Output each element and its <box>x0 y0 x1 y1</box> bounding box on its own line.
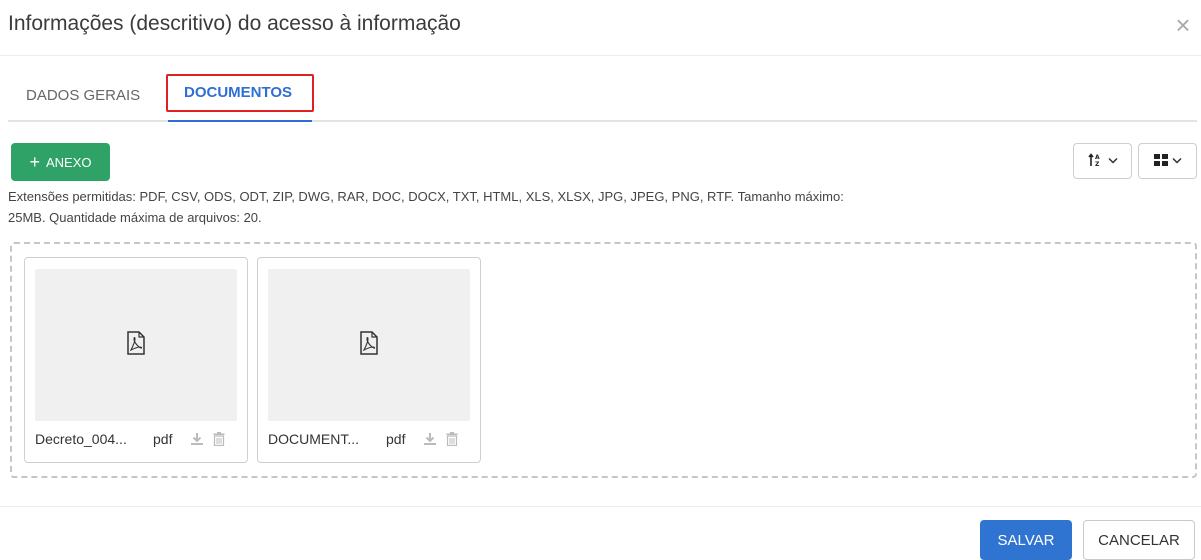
sort-alpha-icon: A Z <box>1087 152 1104 170</box>
grid-view-icon <box>1153 153 1168 169</box>
file-thumbnail <box>35 269 237 421</box>
tab-label: DOCUMENTOS <box>184 84 293 101</box>
trash-icon[interactable] <box>211 430 227 448</box>
tab-label: DADOS GERAIS <box>26 87 141 104</box>
pdf-file-icon <box>126 330 146 360</box>
svg-text:A: A <box>1095 154 1100 161</box>
cancel-button[interactable]: CANCELAR <box>1083 520 1195 560</box>
modal-title: Informações (descritivo) do acesso à inf… <box>8 12 461 35</box>
save-button[interactable]: SALVAR <box>980 520 1072 560</box>
plus-icon: + <box>29 152 40 172</box>
file-name: DOCUMENT... <box>268 431 359 447</box>
add-attachment-button[interactable]: + ANEXO <box>11 143 110 181</box>
sort-button[interactable]: A Z <box>1073 143 1132 179</box>
file-thumbnail <box>268 269 470 421</box>
close-icon[interactable]: × <box>1171 12 1195 38</box>
svg-text:Z: Z <box>1095 161 1100 167</box>
download-icon[interactable] <box>422 430 438 448</box>
file-extension: pdf <box>386 431 406 447</box>
modal-header: Informações (descritivo) do acesso à inf… <box>0 0 1201 56</box>
file-name: Decreto_004... <box>35 431 127 447</box>
tab-documentos[interactable]: DOCUMENTOS <box>166 72 315 122</box>
file-card[interactable]: Decreto_004... pdf <box>24 257 248 463</box>
add-attachment-label: ANEXO <box>46 154 92 170</box>
upload-hint: Extensões permitidas: PDF, CSV, ODS, ODT… <box>8 189 844 225</box>
tab-dados-gerais[interactable]: DADOS GERAIS <box>8 72 158 122</box>
chevron-down-icon <box>1171 156 1182 167</box>
trash-icon[interactable] <box>444 430 460 448</box>
file-card[interactable]: DOCUMENT... pdf <box>257 257 481 463</box>
view-mode-button[interactable] <box>1138 143 1197 179</box>
file-extension: pdf <box>153 431 173 447</box>
download-icon[interactable] <box>189 430 205 448</box>
chevron-down-icon <box>1107 156 1118 167</box>
tab-bar: DADOS GERAIS DOCUMENTOS <box>8 72 1197 122</box>
pdf-file-icon <box>359 330 379 360</box>
